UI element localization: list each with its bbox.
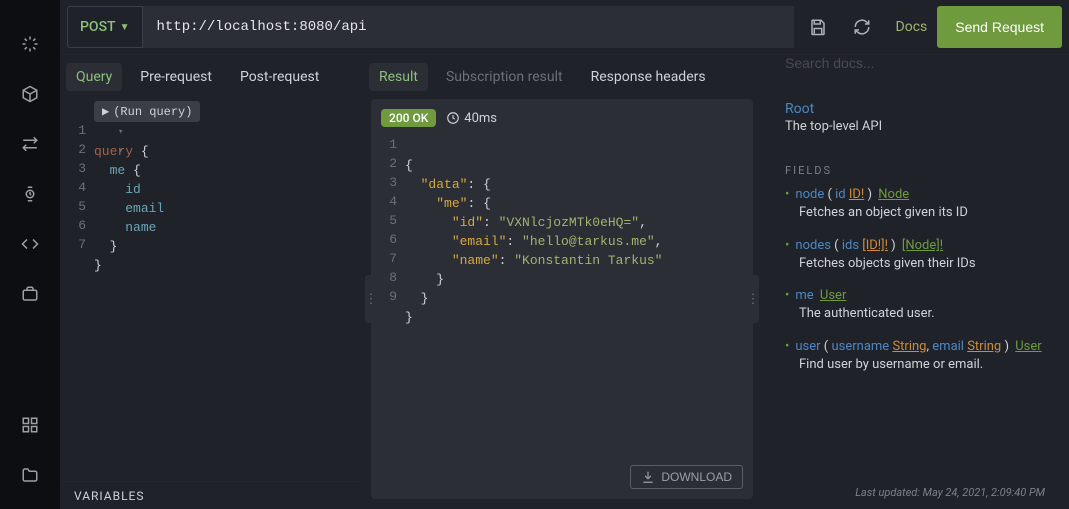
tab-post-request[interactable]: Post-request xyxy=(230,63,329,91)
spinner-icon[interactable] xyxy=(14,28,46,60)
sidebar xyxy=(0,0,60,509)
docs-link[interactable]: Docs xyxy=(896,19,928,35)
docs-fields-label: FIELDS xyxy=(785,164,1045,177)
docs-fields-list: •node ( id ID! ) NodeFetches an object g… xyxy=(785,187,1045,389)
query-code: ▾query { ▾ me { id email name } } xyxy=(94,99,363,294)
code-icon[interactable] xyxy=(14,228,46,260)
docs-field[interactable]: •nodes ( ids [ID!]! ) [Node]!Fetches obj… xyxy=(785,238,1045,273)
docs-panel: Root The top-level API FIELDS •node ( id… xyxy=(761,55,1069,509)
docs-field[interactable]: •node ( id ID! ) NodeFetches an object g… xyxy=(785,187,1045,222)
response-tabs: Result Subscription result Response head… xyxy=(363,55,761,99)
send-request-button[interactable]: Send Request xyxy=(937,6,1062,48)
chevron-down-icon: ▼ xyxy=(120,22,130,33)
dashboard-icon[interactable] xyxy=(14,409,46,441)
tab-query[interactable]: Query xyxy=(66,63,122,91)
docs-field[interactable]: •user ( username String, email String ) … xyxy=(785,339,1045,374)
variables-header[interactable]: VARIABLES xyxy=(60,481,363,509)
save-icon[interactable] xyxy=(798,7,838,47)
status-badge: 200 OK xyxy=(381,109,436,127)
docs-last-updated: Last updated: May 24, 2021, 2:09:40 PM xyxy=(785,476,1045,509)
http-method-selector[interactable]: POST ▼ xyxy=(67,6,143,48)
drag-handle-left[interactable]: ⋮ xyxy=(365,275,377,323)
docs-search-input[interactable] xyxy=(785,55,1045,71)
download-button[interactable]: DOWNLOAD xyxy=(630,465,743,489)
watch-icon[interactable] xyxy=(14,178,46,210)
result-editor[interactable]: 123456789 { "data": { "me": { "id": "VXN… xyxy=(371,137,753,499)
download-label: DOWNLOAD xyxy=(661,470,732,484)
query-editor[interactable]: ▶ (Run query) 1234567 ▾query { ▾ me { id… xyxy=(60,99,363,481)
request-tabs: Query Pre-request Post-request xyxy=(60,55,363,99)
query-line-gutter: 1234567 xyxy=(60,99,90,256)
timing-value: 40ms xyxy=(464,111,497,126)
docs-root-desc: The top-level API xyxy=(785,119,1045,134)
folder-icon[interactable] xyxy=(14,459,46,491)
tab-result[interactable]: Result xyxy=(369,63,428,91)
url-input[interactable] xyxy=(143,6,794,48)
tab-subscription-result[interactable]: Subscription result xyxy=(436,63,573,91)
drag-handle-right[interactable]: ⋮ xyxy=(747,275,759,323)
cube-icon[interactable] xyxy=(14,78,46,110)
topbar: POST ▼ Docs Send Request xyxy=(60,0,1069,55)
briefcase-icon[interactable] xyxy=(14,278,46,310)
result-code: { "data": { "me": { "id": "VXNlcjozMTk0e… xyxy=(405,137,753,346)
tab-response-headers[interactable]: Response headers xyxy=(581,63,716,91)
swap-icon[interactable] xyxy=(14,128,46,160)
timing: 40ms xyxy=(446,111,497,126)
docs-root-link[interactable]: Root xyxy=(785,101,814,117)
method-label: POST xyxy=(80,19,116,35)
result-panel: 200 OK 40ms 123456789 { "data": { "me": … xyxy=(371,99,753,499)
download-icon xyxy=(641,470,655,484)
tab-pre-request[interactable]: Pre-request xyxy=(130,63,222,91)
refresh-icon[interactable] xyxy=(842,7,882,47)
docs-field[interactable]: •me UserThe authenticated user. xyxy=(785,288,1045,323)
clock-icon xyxy=(446,111,460,125)
